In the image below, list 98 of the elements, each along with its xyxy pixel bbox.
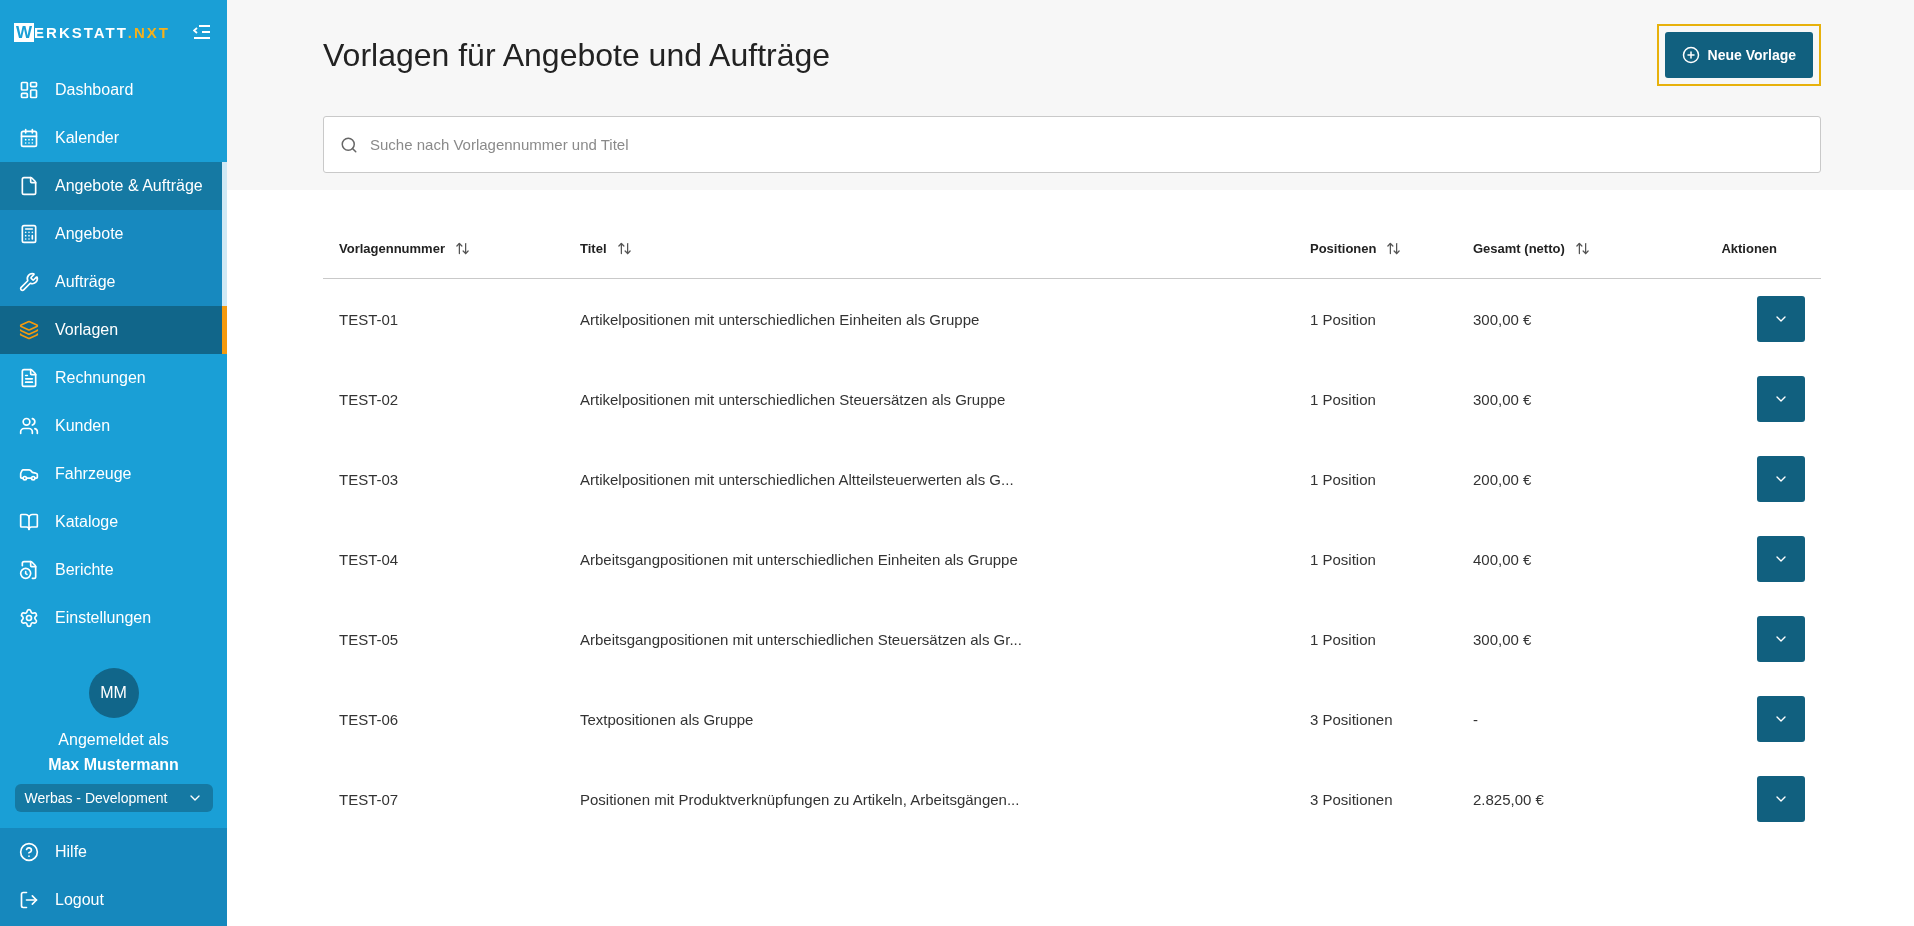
dashboard-icon [19, 80, 39, 100]
sidebar-item-label: Angebote [55, 225, 124, 243]
sidebar-item-label: Dashboard [55, 81, 134, 99]
users-icon [19, 416, 39, 436]
sidebar-item[interactable]: Aufträge [0, 258, 227, 306]
table-cell-text: 1 Position [1309, 550, 1377, 568]
actions-dropdown-button[interactable] [1757, 456, 1805, 502]
table-cell-text: TEST-03 [338, 470, 400, 488]
table-cell-text: 300,00 € [1472, 630, 1533, 648]
column-header: Gesamt (netto) [1473, 240, 1565, 256]
new-template-button[interactable]: Neue Vorlage [1664, 32, 1813, 78]
sort-icon[interactable] [1386, 240, 1402, 256]
table-cell-text: Artikelpositionen mit unterschiedlichen Steuersätzen als Gruppe [579, 390, 1007, 408]
sidebar-item[interactable]: Hilfe [0, 828, 227, 876]
sidebar-item[interactable]: Einstellungen [0, 594, 227, 642]
search-field[interactable]: Suche nach Vorlagennummer und Titel [323, 116, 1821, 173]
user-name: Max Mustermann [48, 755, 179, 775]
table-cell-text: 2.825,00 € [1472, 790, 1545, 808]
book-icon [19, 512, 39, 532]
sidebar-item[interactable]: Fahrzeuge [0, 450, 227, 498]
sidebar-item-label: Kalender [55, 129, 120, 147]
column-header: Titel [580, 240, 607, 256]
button-label: Neue Vorlage [1707, 47, 1796, 63]
workspace-dropdown[interactable]: Werbas - Development [14, 784, 213, 812]
table-cell-text: TEST-02 [338, 390, 400, 408]
table-cell-text: - [1472, 710, 1479, 728]
report-icon [19, 560, 39, 580]
sidebar-item[interactable]: Kataloge [0, 498, 227, 546]
actions-dropdown-button[interactable] [1757, 536, 1805, 582]
actions-dropdown-button[interactable] [1757, 376, 1805, 422]
table-cell-text: 1 Position [1309, 630, 1377, 648]
sort-icon[interactable] [454, 240, 470, 256]
table-cell-text: 3 Positionen [1309, 710, 1394, 728]
table-cell-text: TEST-04 [338, 550, 400, 568]
settings-icon [19, 608, 39, 628]
sort-icon[interactable] [616, 240, 632, 256]
sidebar-item-label: Fahrzeuge [55, 465, 132, 483]
table-cell-text: TEST-01 [338, 310, 400, 328]
sidebar-item-label: Kunden [55, 417, 111, 435]
column-header: Aktionen [1721, 240, 1777, 256]
collapse-icon[interactable] [193, 25, 211, 39]
sidebar-item-label: Hilfe [55, 843, 87, 861]
sidebar-item-label: Kataloge [55, 513, 119, 531]
table-cell-text: Artikelpositionen mit unterschiedlichen Altteilsteuerwerten als G... [579, 470, 1015, 488]
sidebar-item-label: Logout [55, 891, 104, 909]
calendar-icon [19, 128, 39, 148]
sidebar-item[interactable]: Kunden [0, 402, 227, 450]
table-cell-text: 300,00 € [1472, 310, 1533, 328]
sidebar-item-label: Rechnungen [55, 369, 146, 387]
sidebar-item[interactable]: Berichte [0, 546, 227, 594]
table-cell-text: Arbeitsgangpositionen mit unterschiedlichen Einheiten als Gruppe [579, 550, 1019, 568]
table-cell-text: Textpositionen als Gruppe [579, 710, 755, 728]
document-icon [19, 368, 39, 388]
table-cell-text: 200,00 € [1472, 470, 1533, 488]
table-cell-text: Arbeitsgangpositionen mit unterschiedlichen Steuersätzen als Gr... [579, 630, 1023, 648]
sidebar-item-label: Angebote & Aufträge [55, 177, 203, 195]
table-cell-text: 3 Positionen [1309, 790, 1394, 808]
sidebar-item[interactable]: Angebote [0, 210, 227, 258]
table-cell-text: 300,00 € [1472, 390, 1533, 408]
table-cell-text: TEST-07 [338, 790, 400, 808]
signed-in-caption: Angemeldet als [58, 730, 169, 750]
sort-icon[interactable] [1574, 240, 1590, 256]
table-cell-text: Artikelpositionen mit unterschiedlichen Einheiten als Gruppe [579, 310, 981, 328]
page-title: Vorlagen für Angebote und Aufträge [323, 36, 831, 74]
plus-icon [1681, 46, 1700, 64]
column-header: Positionen [1310, 240, 1377, 256]
actions-dropdown-button[interactable] [1757, 696, 1805, 742]
logo: WERKSTATT.NXT [14, 22, 170, 42]
table-cell-text: TEST-05 [338, 630, 400, 648]
sidebar-item[interactable]: Angebote & Aufträge [0, 162, 227, 210]
calculator-icon [19, 224, 39, 244]
column-header: Vorlagennummer [339, 240, 445, 256]
sidebar-item-label: Aufträge [55, 273, 116, 291]
table-cell-text: 1 Position [1309, 310, 1377, 328]
help-icon [19, 842, 39, 862]
wrench-icon [19, 272, 39, 292]
sidebar-item-label: Vorlagen [55, 321, 119, 339]
avatar: MM [88, 668, 139, 718]
sidebar-item[interactable]: Vorlagen [0, 306, 227, 354]
table-cell-text: 1 Position [1309, 390, 1377, 408]
actions-dropdown-button[interactable] [1757, 776, 1805, 822]
table-cell-text: 400,00 € [1472, 550, 1533, 568]
table-cell-text: TEST-06 [338, 710, 400, 728]
sidebar-item[interactable]: Dashboard [0, 66, 227, 114]
sidebar-item-label: Einstellungen [55, 609, 152, 627]
table-cell-text: 1 Position [1309, 470, 1377, 488]
sidebar-item-label: Berichte [55, 561, 114, 579]
sidebar-item[interactable]: Rechnungen [0, 354, 227, 402]
table-cell-text: Positionen mit Produktverknüpfungen zu Artikeln, Arbeitsgängen... [579, 790, 1021, 808]
workspace-label: Werbas - Development [24, 790, 168, 806]
actions-dropdown-button[interactable] [1757, 296, 1805, 342]
search-icon [340, 135, 358, 154]
sidebar-item[interactable]: Kalender [0, 114, 227, 162]
document-icon [19, 176, 39, 196]
layers-icon [19, 320, 39, 340]
actions-dropdown-button[interactable] [1757, 616, 1805, 662]
sidebar-item[interactable]: Logout [0, 876, 227, 924]
logout-icon [19, 890, 39, 910]
